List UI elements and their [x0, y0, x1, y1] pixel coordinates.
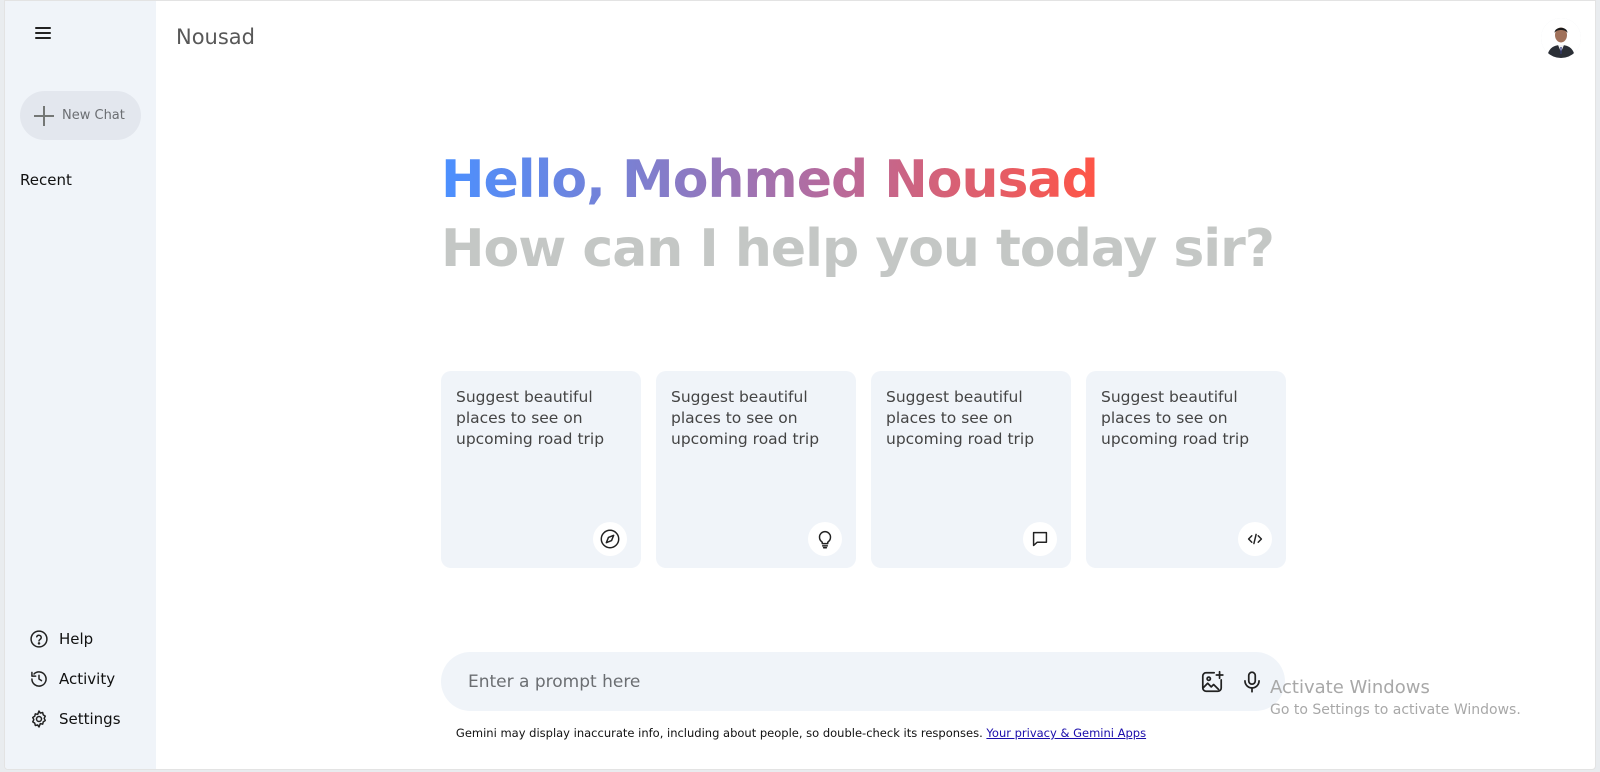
suggestion-card[interactable]: Suggest beautiful places to see on upcom…	[441, 371, 641, 568]
disclaimer: Gemini may display inaccurate info, incl…	[5, 726, 1595, 740]
suggestion-card[interactable]: Suggest beautiful places to see on upcom…	[656, 371, 856, 568]
privacy-link[interactable]: Your privacy & Gemini Apps	[986, 726, 1146, 740]
sidebar-item-help[interactable]: Help	[29, 619, 121, 659]
suggestion-card-text: Suggest beautiful places to see on upcom…	[671, 388, 820, 448]
prompt-actions	[1199, 669, 1265, 695]
voice-input-button[interactable]	[1239, 669, 1265, 695]
suggestion-card-text: Suggest beautiful places to see on upcom…	[1101, 388, 1250, 448]
compass-icon	[593, 522, 627, 556]
bulb-icon	[808, 522, 842, 556]
code-icon	[1238, 522, 1272, 556]
prompt-bar	[441, 652, 1285, 711]
plus-icon	[34, 105, 54, 126]
watermark-subtitle: Go to Settings to activate Windows.	[1270, 702, 1521, 718]
app-title: Nousad	[176, 25, 256, 49]
suggestion-card-text: Suggest beautiful places to see on upcom…	[456, 388, 605, 448]
user-avatar-icon	[1541, 18, 1581, 58]
suggestion-cards: Suggest beautiful places to see on upcom…	[441, 371, 1286, 568]
sidebar: New Chat Recent Help Activity Settings	[5, 1, 156, 769]
recent-heading: Recent	[20, 171, 72, 189]
new-chat-label: New Chat	[62, 108, 125, 123]
greeting: Hello, Mohmed Nousad How can I help you …	[441, 148, 1275, 284]
sidebar-item-activity[interactable]: Activity	[29, 659, 121, 699]
sidebar-item-activity-label: Activity	[59, 670, 116, 688]
new-chat-button[interactable]: New Chat	[20, 91, 141, 140]
message-icon	[1023, 522, 1057, 556]
app-window: New Chat Recent Help Activity Settings N…	[4, 0, 1596, 770]
add-image-icon	[1201, 670, 1224, 692]
menu-icon[interactable]	[29, 21, 57, 45]
greeting-subtitle: How can I help you today sir?	[441, 219, 1275, 279]
microphone-icon	[1244, 670, 1260, 693]
user-avatar[interactable]	[1541, 18, 1581, 58]
sidebar-bottom-menu: Help Activity Settings	[29, 630, 121, 739]
windows-activation-watermark: Activate Windows Go to Settings to activ…	[1270, 677, 1521, 721]
prompt-input[interactable]	[468, 671, 1199, 692]
suggestion-card[interactable]: Suggest beautiful places to see on upcom…	[1086, 371, 1286, 568]
greeting-hello: Hello, Mohmed Nousad	[441, 150, 1099, 210]
add-image-button[interactable]	[1199, 669, 1225, 695]
suggestion-card[interactable]: Suggest beautiful places to see on upcom…	[871, 371, 1071, 568]
disclaimer-text: Gemini may display inaccurate info, incl…	[455, 726, 987, 740]
watermark-title: Activate Windows	[1270, 677, 1430, 698]
suggestion-card-text: Suggest beautiful places to see on upcom…	[886, 388, 1035, 448]
sidebar-item-help-label: Help	[59, 630, 94, 648]
help-icon	[30, 630, 48, 648]
history-icon	[31, 671, 47, 687]
